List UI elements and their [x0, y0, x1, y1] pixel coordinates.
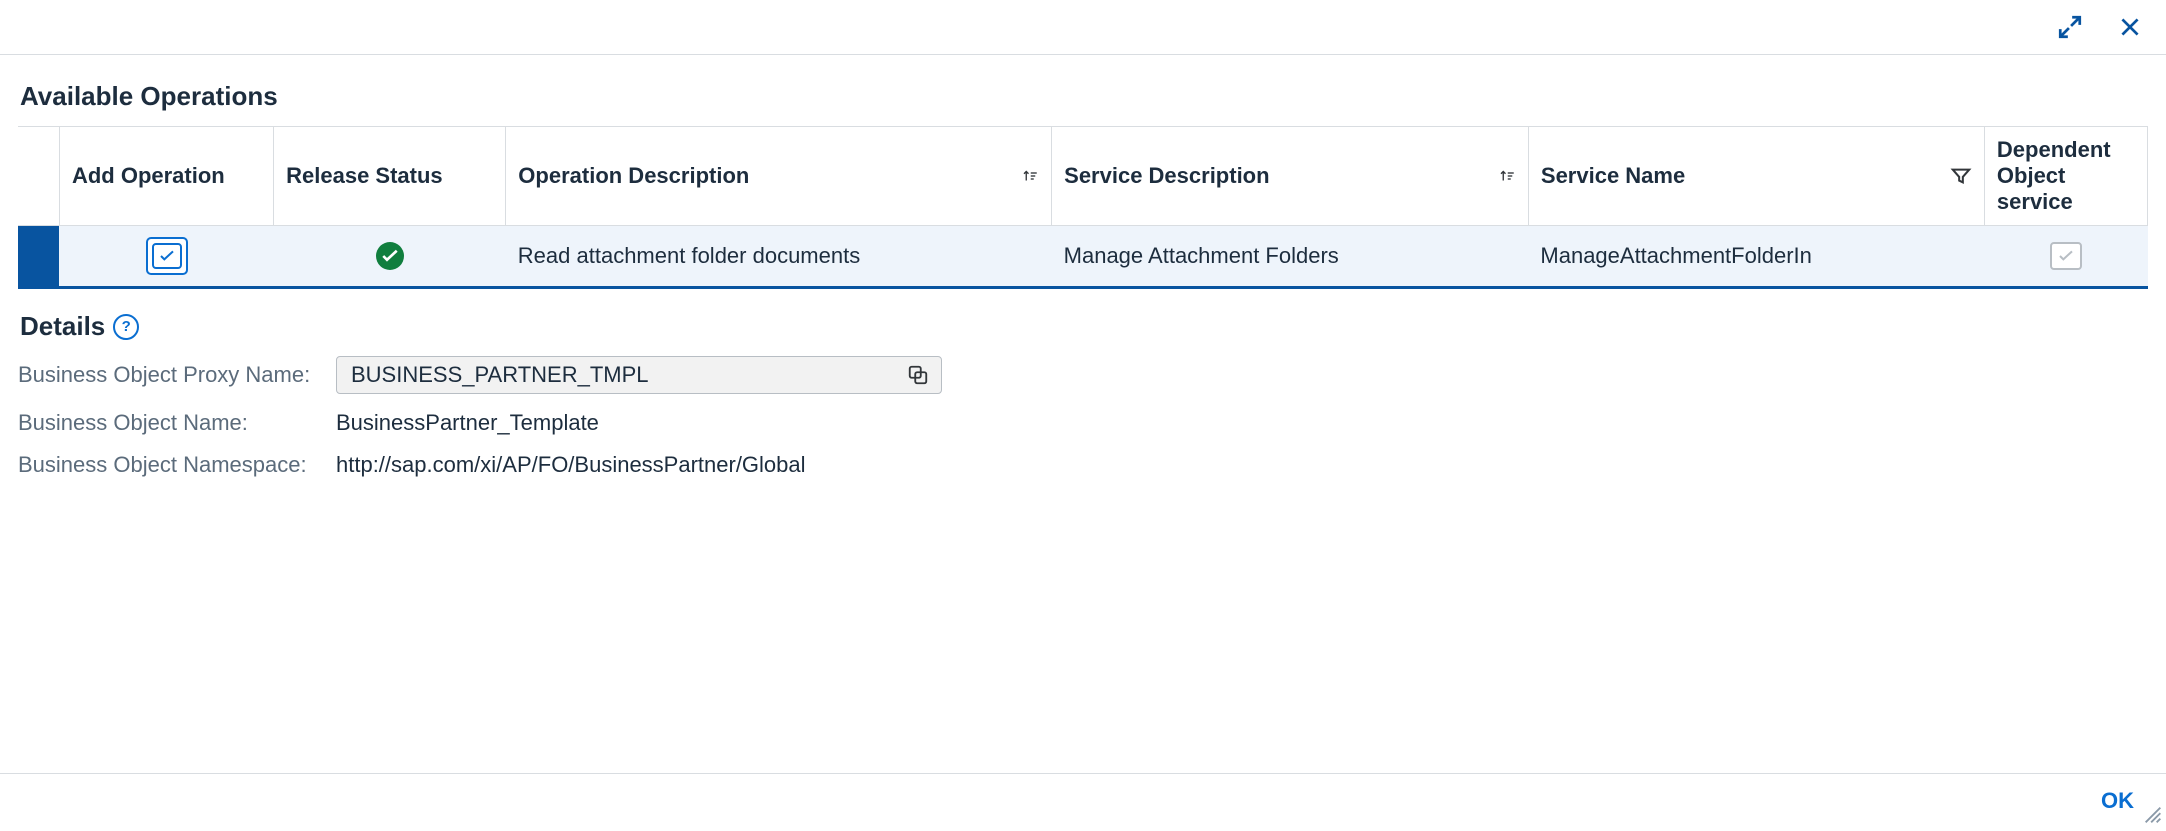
col-operation-description[interactable]: Operation Description: [506, 127, 1052, 226]
expand-icon[interactable]: [2056, 13, 2084, 41]
row-object-name: Business Object Name: BusinessPartner_Te…: [18, 410, 2148, 436]
col-release-status[interactable]: Release Status: [274, 127, 506, 226]
cell-release-status: [274, 226, 506, 288]
col-add-operation[interactable]: Add Operation: [59, 127, 273, 226]
dialog-footer: OK: [0, 773, 2166, 828]
label-object-name: Business Object Name:: [18, 410, 318, 436]
cell-service-description: Manage Attachment Folders: [1052, 226, 1529, 288]
dialog-body: Available Operations Add Operation Relea…: [0, 55, 2166, 773]
sort-ascending-icon[interactable]: [1021, 167, 1039, 185]
help-icon[interactable]: ?: [113, 314, 139, 340]
details-section-header: Details ?: [20, 311, 2148, 342]
value-help-icon[interactable]: [905, 362, 931, 388]
cell-dependent-object: [1984, 226, 2147, 288]
label-proxy-name: Business Object Proxy Name:: [18, 362, 318, 388]
resize-handle[interactable]: [2142, 804, 2164, 826]
row-proxy-name: Business Object Proxy Name: BUSINESS_PAR…: [18, 356, 2148, 394]
dialog: Available Operations Add Operation Relea…: [0, 0, 2166, 828]
label-object-namespace: Business Object Namespace:: [18, 452, 318, 478]
available-operations-title: Available Operations: [20, 81, 2148, 112]
dependent-object-checkbox: [2050, 242, 2082, 270]
table-row[interactable]: Read attachment folder documents Manage …: [18, 226, 2148, 288]
filter-icon[interactable]: [1950, 165, 1972, 187]
input-proxy-name[interactable]: BUSINESS_PARTNER_TMPL: [336, 356, 942, 394]
table-header-row: Add Operation Release Status Operation D…: [18, 127, 2148, 226]
col-service-description[interactable]: Service Description: [1052, 127, 1529, 226]
cell-service-name: ManageAttachmentFolderIn: [1528, 226, 1984, 288]
col-dependent-object-service[interactable]: Dependent Object service: [1984, 127, 2147, 226]
cell-operation-description: Read attachment folder documents: [506, 226, 1052, 288]
add-operation-checkbox[interactable]: [146, 237, 188, 275]
operations-table: Add Operation Release Status Operation D…: [18, 126, 2148, 289]
dialog-header: [0, 0, 2166, 55]
value-proxy-name: BUSINESS_PARTNER_TMPL: [351, 362, 649, 388]
status-released-icon: [376, 242, 404, 270]
details-title: Details: [20, 311, 105, 342]
sort-ascending-icon[interactable]: [1498, 167, 1516, 185]
cell-add-operation: [59, 226, 273, 288]
close-icon[interactable]: [2116, 13, 2144, 41]
row-selection-indicator[interactable]: [18, 226, 59, 288]
value-object-namespace: http://sap.com/xi/AP/FO/BusinessPartner/…: [336, 452, 806, 478]
ok-button[interactable]: OK: [2091, 782, 2144, 820]
value-object-name: BusinessPartner_Template: [336, 410, 599, 436]
col-service-name[interactable]: Service Name: [1528, 127, 1984, 226]
col-select: [18, 127, 59, 226]
row-object-namespace: Business Object Namespace: http://sap.co…: [18, 452, 2148, 478]
